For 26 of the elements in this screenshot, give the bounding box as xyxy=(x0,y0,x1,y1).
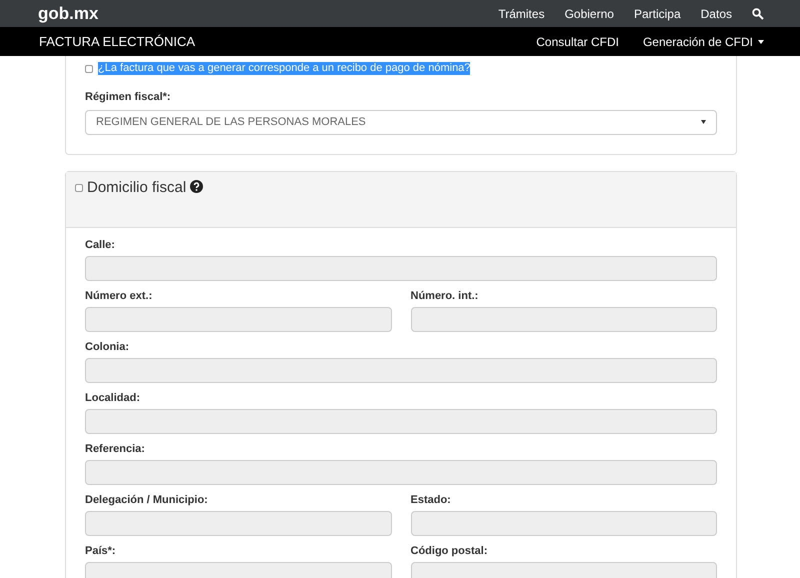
nav-link[interactable]: Trámites xyxy=(498,4,545,22)
field-label: Colonia: xyxy=(85,340,130,354)
field-label: Referencia: xyxy=(85,442,146,456)
checkbox[interactable] xyxy=(75,184,83,192)
search-icon[interactable] xyxy=(752,8,764,20)
tax-regime-select[interactable]: REGIMEN GENERAL DE LAS PERSONAS MORALES xyxy=(85,110,717,134)
nav-link[interactable]: Datos xyxy=(700,4,732,22)
checkbox[interactable] xyxy=(85,64,93,72)
field-label: Número ext.: xyxy=(85,288,154,302)
field-label: Número. int.: xyxy=(410,288,480,302)
field-label: Delegación / Municipio: xyxy=(85,492,209,506)
nav-link[interactable]: Consultar CFDI xyxy=(536,32,619,50)
help-icon[interactable] xyxy=(190,180,204,192)
caret-icon xyxy=(701,120,706,124)
field-label: Estado: xyxy=(410,492,452,506)
nav-link[interactable]: Participa xyxy=(634,4,681,22)
field-label: Calle: xyxy=(85,238,116,252)
section-title: Domicilio fiscal xyxy=(87,178,186,196)
nav-link[interactable]: Generación de CFDI xyxy=(642,32,764,50)
logo[interactable]: gob.mx xyxy=(38,0,98,26)
app-title[interactable]: FACTURA ELECTRÓNICA xyxy=(39,32,196,52)
field-label: Régimen fiscal*: xyxy=(85,90,172,105)
field-label: Código postal: xyxy=(410,544,488,558)
field-label: Localidad: xyxy=(85,390,142,404)
field-label: País*: xyxy=(85,544,117,558)
nav-link[interactable]: Gobierno xyxy=(564,4,614,22)
